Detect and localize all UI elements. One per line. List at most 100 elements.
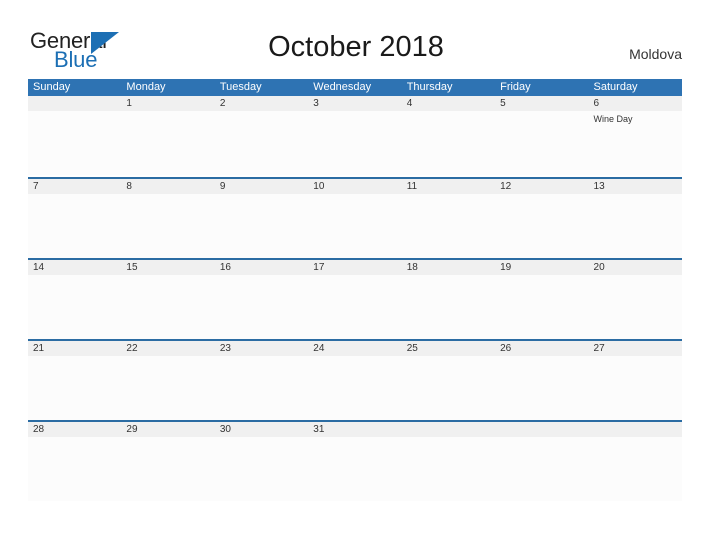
day-cell-27[interactable]: 27 <box>588 341 682 420</box>
day-number: 15 <box>121 260 215 275</box>
day-number: 20 <box>588 260 682 275</box>
day-cell-21[interactable]: 21 <box>28 341 122 420</box>
day-cell-25[interactable]: 25 <box>401 341 496 420</box>
day-number: 1 <box>121 96 215 111</box>
day-cell-31[interactable]: 31 <box>308 422 402 501</box>
day-cell-29[interactable]: 29 <box>121 422 215 501</box>
day-cell-3[interactable]: 3 <box>308 96 402 175</box>
week-cells: 7 8 9 10 11 12 13 <box>28 179 682 258</box>
day-cell-9[interactable]: 9 <box>214 179 309 258</box>
weekday-header-wednesday: Wednesday <box>313 81 372 93</box>
day-cell-20[interactable]: 20 <box>588 260 682 339</box>
day-cell-12[interactable]: 12 <box>495 179 589 258</box>
day-number <box>495 422 589 437</box>
day-events <box>121 111 214 114</box>
day-number: 17 <box>308 260 402 275</box>
day-events <box>121 275 214 278</box>
weekday-header-sunday: Sunday <box>33 81 71 93</box>
day-cell-5[interactable]: 5 <box>495 96 589 175</box>
day-events <box>121 356 214 359</box>
calendar-week-row: 21 22 23 24 25 26 27 <box>28 339 682 420</box>
day-cell-empty <box>28 96 122 175</box>
calendar-weeks: 1 2 3 4 5 6 Wine Day 7 8 9 10 11 12 13 14 15 16 17 18 19 20 2… <box>28 96 682 501</box>
day-cell-17[interactable]: 17 <box>308 260 402 339</box>
day-number: 26 <box>495 341 589 356</box>
day-number: 10 <box>308 179 402 194</box>
day-number: 13 <box>588 179 682 194</box>
day-number: 12 <box>495 179 589 194</box>
day-events <box>215 437 308 440</box>
weekday-header-saturday: Saturday <box>593 81 638 93</box>
day-number: 24 <box>308 341 402 356</box>
day-cell-18[interactable]: 18 <box>401 260 496 339</box>
day-cell-4[interactable]: 4 <box>401 96 496 175</box>
day-number <box>28 96 122 111</box>
day-cell-15[interactable]: 15 <box>121 260 215 339</box>
day-events <box>215 275 308 278</box>
day-events <box>121 194 214 197</box>
day-cell-24[interactable]: 24 <box>308 341 402 420</box>
day-events <box>215 194 308 197</box>
day-cell-7[interactable]: 7 <box>28 179 122 258</box>
calendar-week-row: 14 15 16 17 18 19 20 <box>28 258 682 339</box>
day-number: 25 <box>401 341 496 356</box>
day-cell-13[interactable]: 13 <box>588 179 682 258</box>
day-events <box>402 437 495 440</box>
day-number: 31 <box>308 422 402 437</box>
day-cell-16[interactable]: 16 <box>214 260 309 339</box>
weekday-header-row: Sunday Monday Tuesday Wednesday Thursday Frid… <box>28 79 682 96</box>
day-events <box>308 437 401 440</box>
day-cell-empty <box>401 422 496 501</box>
calendar-week-row: 28 29 30 31 <box>28 420 682 501</box>
day-cell-30[interactable]: 30 <box>214 422 309 501</box>
day-number: 5 <box>495 96 589 111</box>
calendar-week-row: 1 2 3 4 5 6 Wine Day <box>28 96 682 177</box>
day-events <box>495 356 588 359</box>
day-cell-1[interactable]: 1 <box>121 96 215 175</box>
day-cell-22[interactable]: 22 <box>121 341 215 420</box>
day-cell-26[interactable]: 26 <box>495 341 589 420</box>
day-cell-6[interactable]: 6 Wine Day <box>588 96 682 175</box>
day-events <box>308 111 401 114</box>
day-number: 8 <box>121 179 215 194</box>
day-events <box>28 437 121 440</box>
calendar-week-row: 7 8 9 10 11 12 13 <box>28 177 682 258</box>
day-cell-23[interactable]: 23 <box>214 341 309 420</box>
day-cell-8[interactable]: 8 <box>121 179 215 258</box>
day-events <box>402 111 495 114</box>
weekday-header-friday: Friday <box>500 81 531 93</box>
week-cells: 28 29 30 31 <box>28 422 682 501</box>
day-number: 19 <box>495 260 589 275</box>
day-cell-19[interactable]: 19 <box>495 260 589 339</box>
weekday-header-thursday: Thursday <box>406 81 453 93</box>
day-cell-2[interactable]: 2 <box>214 96 309 175</box>
weekday-header-tuesday: Tuesday <box>219 81 262 93</box>
day-cell-11[interactable]: 11 <box>401 179 496 258</box>
day-number: 30 <box>214 422 309 437</box>
day-number: 7 <box>28 179 122 194</box>
day-events <box>28 275 121 278</box>
day-events <box>121 437 214 440</box>
day-cell-empty <box>495 422 589 501</box>
day-number: 18 <box>401 260 496 275</box>
calendar-grid: Sunday Monday Tuesday Wednesday Thursday Frid… <box>28 79 682 501</box>
day-cell-28[interactable]: 28 <box>28 422 122 501</box>
day-events <box>589 356 682 359</box>
day-number: 6 <box>588 96 682 111</box>
region-label: Moldova <box>629 46 682 62</box>
event-label: Wine Day <box>593 114 633 124</box>
day-cell-14[interactable]: 14 <box>28 260 122 339</box>
day-events <box>495 111 588 114</box>
day-events <box>308 275 401 278</box>
day-number: 29 <box>121 422 215 437</box>
day-events <box>402 194 495 197</box>
day-events <box>589 275 682 278</box>
day-number: 9 <box>214 179 309 194</box>
day-events <box>308 356 401 359</box>
day-cell-10[interactable]: 10 <box>308 179 402 258</box>
day-cell-empty <box>588 422 682 501</box>
day-number: 4 <box>401 96 496 111</box>
day-number: 23 <box>214 341 309 356</box>
day-events <box>28 356 121 359</box>
day-number: 27 <box>588 341 682 356</box>
